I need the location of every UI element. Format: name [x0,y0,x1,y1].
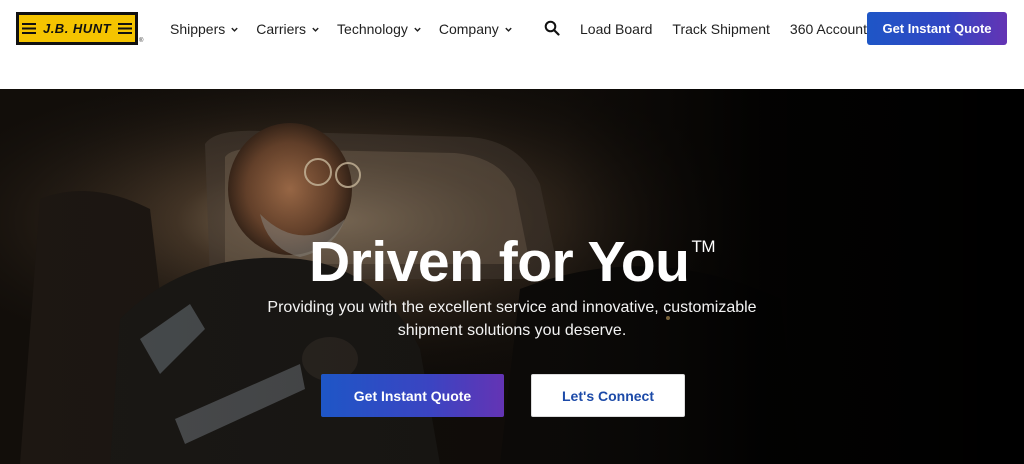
nav-item-carriers[interactable]: Carriers [256,21,320,37]
nav-item-label: Shippers [170,21,226,37]
nav-item-company[interactable]: Company [439,21,513,37]
nav-item-label: Company [438,21,499,37]
search-icon[interactable] [544,20,560,36]
chevron-down-icon [312,27,319,32]
lets-connect-button[interactable]: Let's Connect [531,374,685,417]
chevron-down-icon [505,27,512,32]
chevron-down-icon [414,27,421,32]
header-get-instant-quote-button[interactable]: Get Instant Quote [867,12,1007,45]
utility-links: Load Board Track Shipment 360 Account [580,0,867,58]
logo-inner: J.B. HUNT [22,18,132,39]
hero-title-text: Driven for You [309,230,690,294]
nav-item-label: Technology [337,21,408,37]
nav-item-technology[interactable]: Technology [337,21,422,37]
logo-text: J.B. HUNT [42,21,112,36]
site-header: J.B. HUNT ® Shippers Carriers Technology… [0,0,1024,89]
trademark-symbol: TM [691,237,715,256]
track-shipment-link[interactable]: Track Shipment [672,21,770,37]
hero-get-instant-quote-button[interactable]: Get Instant Quote [321,374,504,417]
logo-stripe-right [118,23,132,34]
registered-mark: ® [139,38,144,44]
chevron-down-icon [231,27,238,32]
logo-stripe-left [22,23,36,34]
nav-item-label: Carriers [256,21,307,37]
jb-hunt-logo[interactable]: J.B. HUNT [16,12,138,45]
account-360-link[interactable]: 360 Account [790,21,867,37]
main-nav: Shippers Carriers Technology Company [170,0,513,58]
hero-title: Driven for You TM [0,229,1024,295]
hero-subtitle: Providing you with the excellent service… [267,299,757,339]
nav-item-shippers[interactable]: Shippers [170,21,239,37]
load-board-link[interactable]: Load Board [580,21,652,37]
hero-section: Driven for You TM Providing you with the … [0,89,1024,464]
